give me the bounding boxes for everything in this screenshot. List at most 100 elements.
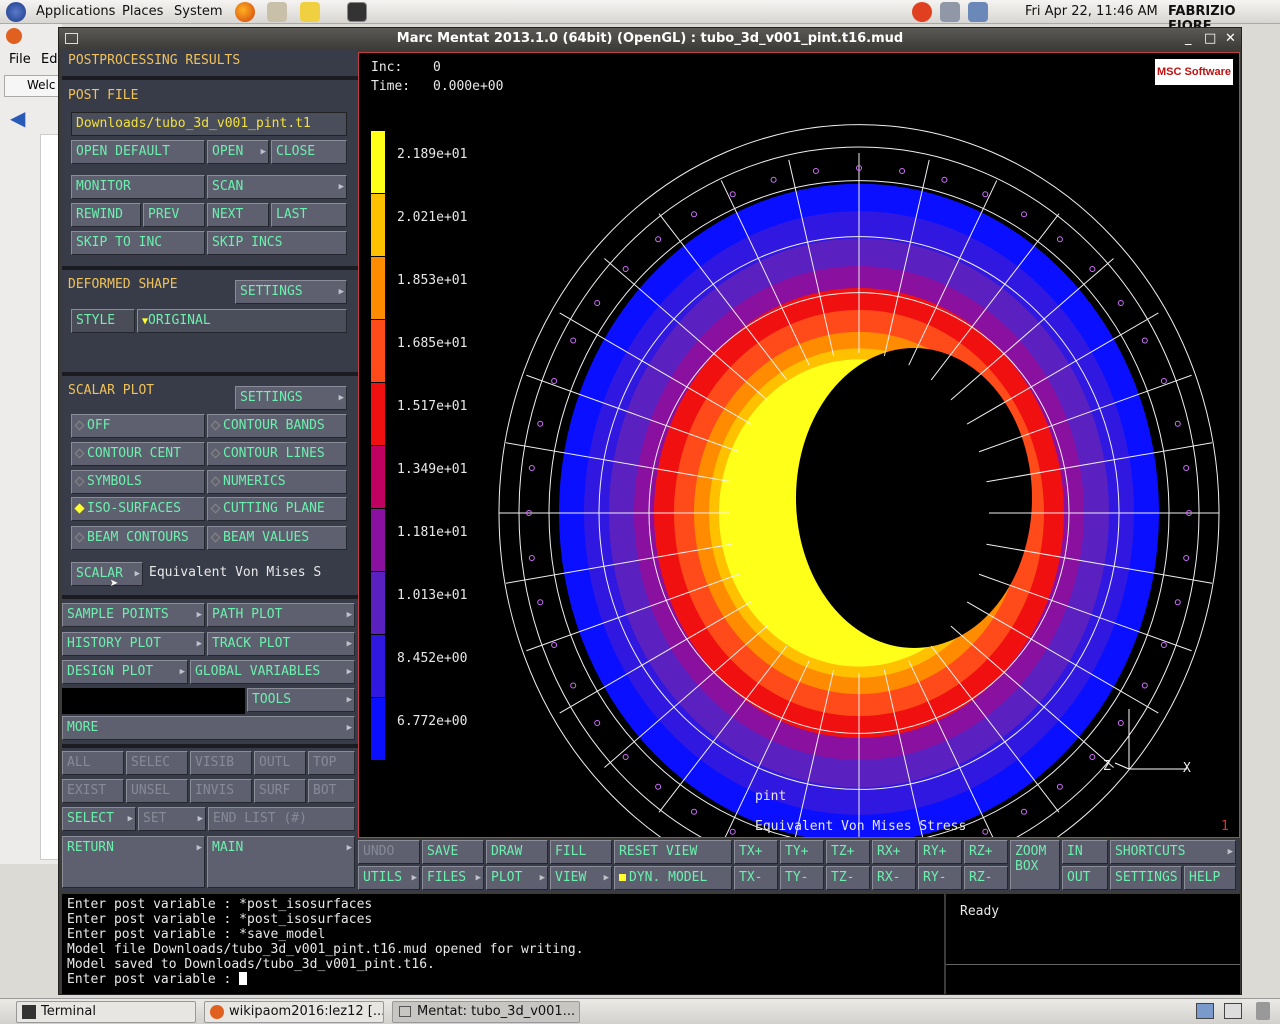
shortcuts-button[interactable]: SHORTCUTS ▶ xyxy=(1110,840,1236,864)
deformed-settings-button[interactable]: SETTINGS ▶ xyxy=(235,280,347,304)
path-plot-button[interactable]: PATH PLOT ▶ xyxy=(207,603,355,627)
last-button[interactable]: LAST xyxy=(271,203,347,227)
scan-button[interactable]: SCAN ▶ xyxy=(207,175,347,199)
rz-plus-button[interactable]: RZ+ xyxy=(964,840,1008,864)
monitor-button[interactable]: MONITOR xyxy=(71,175,205,199)
design-plot-button[interactable]: DESIGN PLOT ▶ xyxy=(62,660,188,684)
fill-button[interactable]: FILL xyxy=(550,840,612,864)
off-radio[interactable]: OFF xyxy=(71,414,205,438)
open-default-button[interactable]: OPEN DEFAULT xyxy=(71,140,205,164)
volume-icon[interactable] xyxy=(940,2,960,22)
tools-button[interactable]: TOOLS ▶ xyxy=(247,688,355,712)
ry-minus-button[interactable]: RY- xyxy=(918,866,962,890)
draw-button[interactable]: DRAW xyxy=(486,840,548,864)
set-button[interactable]: SET ▶ xyxy=(138,807,206,831)
rx-minus-button[interactable]: RX- xyxy=(872,866,916,890)
skip-incs-button[interactable]: SKIP INCS xyxy=(207,231,347,255)
ty-plus-button[interactable]: TY+ xyxy=(780,840,824,864)
task-mentat[interactable]: Mentat: tubo_3d_v001... xyxy=(392,1001,580,1023)
tx-minus-button[interactable]: TX- xyxy=(734,866,778,890)
exist-button[interactable]: EXIST xyxy=(62,779,124,803)
workspace-1-icon[interactable] xyxy=(1196,1003,1214,1019)
command-console[interactable]: Enter post variable : *post_isosurfaces E… xyxy=(62,894,944,994)
reset-view-button[interactable]: RESET VIEW xyxy=(614,840,732,864)
undo-button[interactable]: UNDO xyxy=(358,840,420,864)
system-menu[interactable]: System xyxy=(174,4,222,19)
menu-file[interactable]: File xyxy=(9,52,31,67)
cutting-plane-radio[interactable]: CUTTING PLANE xyxy=(207,497,347,521)
files-button[interactable]: FILES ▶ xyxy=(422,866,484,890)
view-button[interactable]: VIEW ▶ xyxy=(550,866,612,890)
main-button[interactable]: MAIN ▶ xyxy=(207,836,355,888)
settings-button[interactable]: SETTINGS xyxy=(1110,866,1182,890)
invis-button[interactable]: INVIS xyxy=(190,779,252,803)
beam-values-radio[interactable]: BEAM VALUES xyxy=(207,526,347,550)
more-button[interactable]: MORE ▶ xyxy=(62,716,355,740)
open-button[interactable]: OPEN ▶ xyxy=(207,140,269,164)
symbols-radio[interactable]: SYMBOLS xyxy=(71,470,205,494)
contour-lines-radio[interactable]: CONTOUR LINES xyxy=(207,442,347,466)
style-dropdown[interactable]: ▼ORIGINAL xyxy=(137,309,347,333)
places-menu[interactable]: Places xyxy=(122,4,163,19)
tz-minus-button[interactable]: TZ- xyxy=(826,866,870,890)
numerics-radio[interactable]: NUMERICS xyxy=(207,470,347,494)
rx-plus-button[interactable]: RX+ xyxy=(872,840,916,864)
top-button[interactable]: TOP xyxy=(308,751,355,775)
scalar-settings-button[interactable]: SETTINGS ▶ xyxy=(235,386,347,410)
mail-icon[interactable] xyxy=(267,2,287,22)
utils-button[interactable]: UTILS ▶ xyxy=(358,866,420,890)
ty-minus-button[interactable]: TY- xyxy=(780,866,824,890)
prev-button[interactable]: PREV xyxy=(143,203,205,227)
style-button[interactable]: STYLE xyxy=(71,309,135,333)
network-icon[interactable] xyxy=(968,2,988,22)
ry-plus-button[interactable]: RY+ xyxy=(918,840,962,864)
iso-surfaces-radio[interactable]: ISO-SURFACES xyxy=(71,497,205,521)
menu-edit[interactable]: Ed xyxy=(41,52,57,67)
scalar-button[interactable]: SCALAR ▶ xyxy=(71,562,143,586)
return-button[interactable]: RETURN ▶ xyxy=(62,836,205,888)
close-icon[interactable]: ✕ xyxy=(1225,31,1236,46)
dyn-model-toggle[interactable]: DYN. MODEL xyxy=(614,866,732,890)
beam-contours-radio[interactable]: BEAM CONTOURS xyxy=(71,526,205,550)
visib-button[interactable]: VISIB xyxy=(190,751,252,775)
help-button[interactable]: HELP xyxy=(1184,866,1236,890)
history-plot-button[interactable]: HISTORY PLOT ▶ xyxy=(62,632,205,656)
notes-icon[interactable] xyxy=(300,2,320,22)
browser-tab[interactable]: Welc xyxy=(4,75,62,97)
all-button[interactable]: ALL xyxy=(62,751,124,775)
track-plot-button[interactable]: TRACK PLOT ▶ xyxy=(207,632,355,656)
applications-menu[interactable]: Applications xyxy=(36,4,115,19)
scalar-value-field[interactable]: Equivalent Von Mises S xyxy=(145,562,347,586)
rz-minus-button[interactable]: RZ- xyxy=(964,866,1008,890)
select-button[interactable]: SELECT ▶ xyxy=(62,807,136,831)
terminal-icon[interactable] xyxy=(347,2,367,22)
minimize-icon[interactable]: _ xyxy=(1185,31,1192,46)
update-icon[interactable] xyxy=(912,2,932,22)
task-browser[interactable]: wikipaom2016:lez12 [... xyxy=(204,1001,384,1023)
rewind-button[interactable]: REWIND xyxy=(71,203,141,227)
post-file-path[interactable]: Downloads/tubo_3d_v001_pint.t1 xyxy=(71,112,347,136)
save-button[interactable]: SAVE xyxy=(422,840,484,864)
graphics-viewport[interactable]: Inc: 0 Time: 0.000e+00 MSC Software 2.18… xyxy=(358,52,1240,838)
status-input[interactable] xyxy=(946,964,1240,994)
window-menu-icon[interactable] xyxy=(65,33,78,44)
contour-cent-radio[interactable]: CONTOUR CENT xyxy=(71,442,205,466)
next-button[interactable]: NEXT xyxy=(207,203,269,227)
bot-button[interactable]: BOT xyxy=(308,779,355,803)
skip-to-inc-button[interactable]: SKIP TO INC xyxy=(71,231,205,255)
tz-plus-button[interactable]: TZ+ xyxy=(826,840,870,864)
zoom-in-button[interactable]: IN xyxy=(1062,840,1108,864)
zoom-out-button[interactable]: OUT xyxy=(1062,866,1108,890)
command-input-line[interactable]: Enter post variable : xyxy=(67,972,939,987)
back-arrow-icon[interactable]: ◀ xyxy=(10,106,25,130)
selec-button[interactable]: SELEC xyxy=(126,751,188,775)
close-button[interactable]: CLOSE xyxy=(271,140,347,164)
clock[interactable]: Fri Apr 22, 11:46 AM xyxy=(1025,4,1158,19)
contour-bands-radio[interactable]: CONTOUR BANDS xyxy=(207,414,347,438)
maximize-icon[interactable]: □ xyxy=(1204,31,1216,46)
zoom-box-button[interactable]: ZOOM BOX xyxy=(1010,840,1060,890)
workspace-2-icon[interactable] xyxy=(1224,1003,1242,1019)
firefox-icon[interactable] xyxy=(235,2,255,22)
end-list-button[interactable]: END LIST (#) xyxy=(208,807,355,831)
trash-icon[interactable] xyxy=(1256,1002,1270,1020)
